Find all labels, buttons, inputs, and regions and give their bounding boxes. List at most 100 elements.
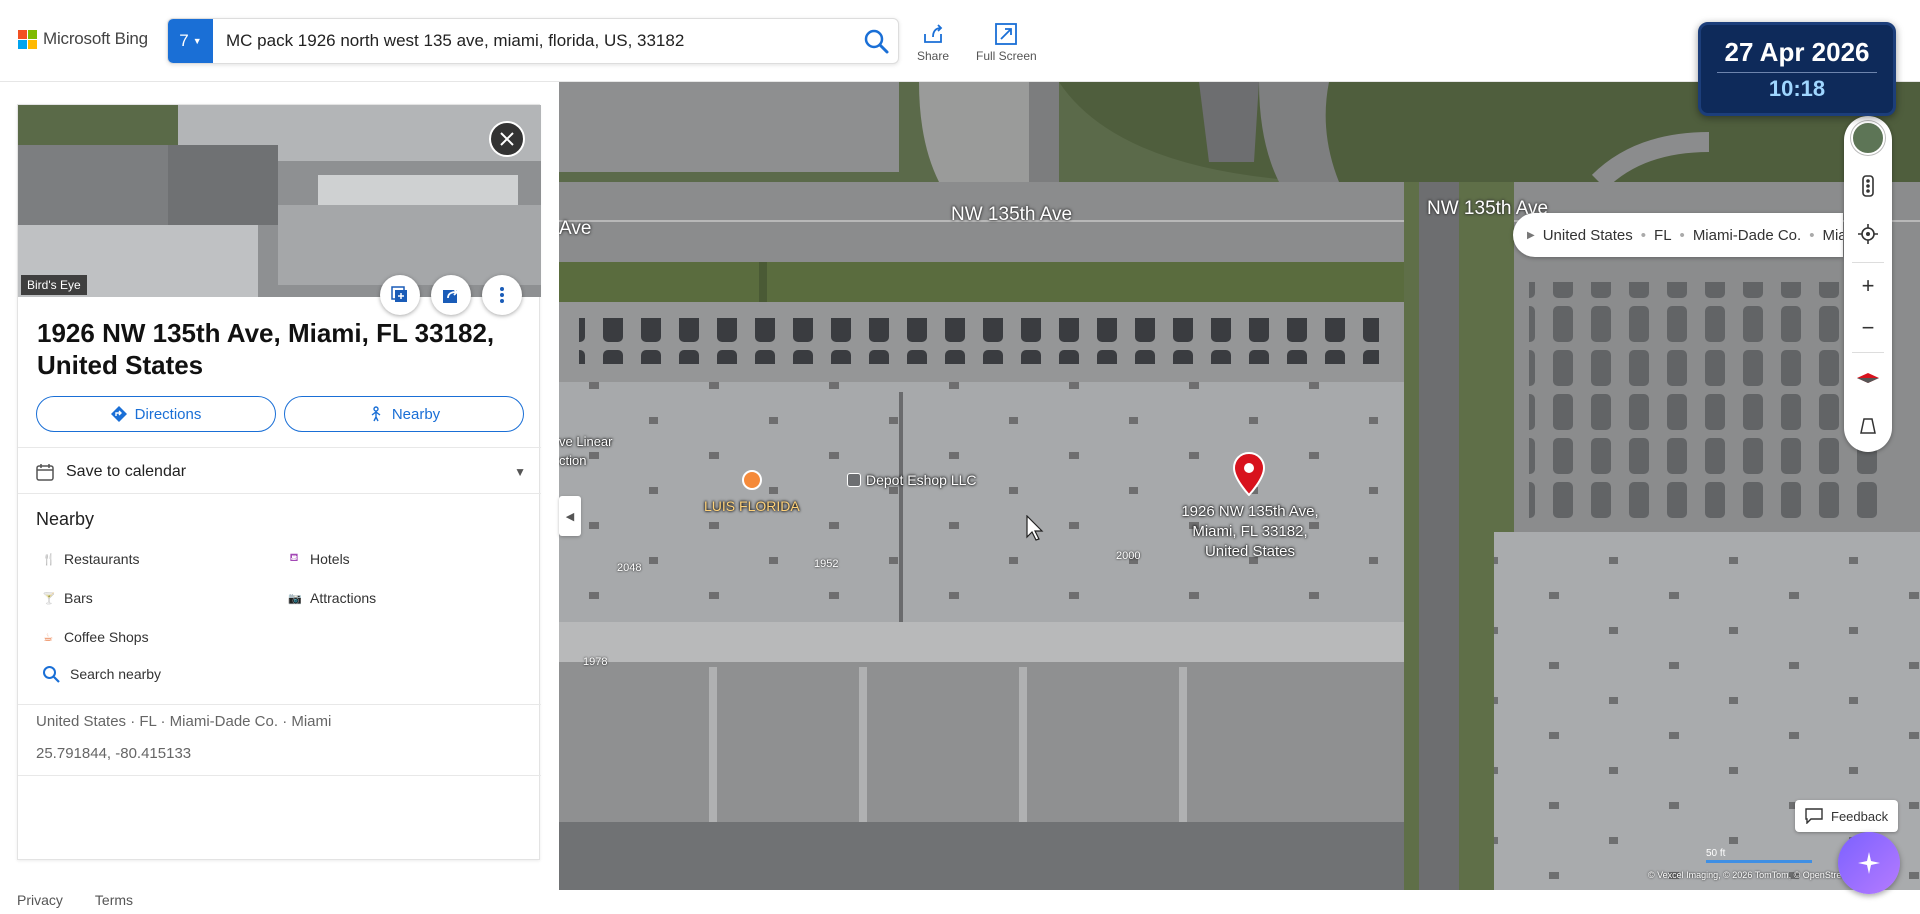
nearby-attractions[interactable]: 📷 Attractions [288,590,376,606]
search-input[interactable] [226,19,826,63]
nearby-coffee-shops[interactable]: ☕ Coffee Shops [42,629,149,645]
attraction-icon: 📷 [288,592,302,605]
fullscreen-icon [995,23,1018,45]
top-bar: Microsoft Bing 7 ▼ Share Full Screen [0,0,1920,82]
pin-label: 1926 NW 135th Ave, Miami, FL 33182, Unit… [1181,503,1319,560]
person-walking-icon [371,406,381,422]
share-place-button[interactable] [431,275,471,315]
category-label: Coffee Shops [64,629,149,645]
house-number: 2048 [617,562,642,574]
breadcrumb-country[interactable]: United States [1543,227,1633,244]
bing-logo[interactable]: Microsoft Bing [18,29,148,49]
more-options-button[interactable] [482,275,522,315]
directions-button[interactable]: Directions [36,396,276,432]
compass-icon [1857,373,1879,383]
poi-marker-icon[interactable] [742,470,762,490]
terms-link[interactable]: Terms [95,892,133,908]
details-panel: Bird's Eye 1926 NW 135th Ave, Miami, FL … [17,104,541,860]
category-label: Restaurants [64,551,140,567]
compass-button[interactable] [1850,360,1886,396]
footer: Privacy Terms [17,892,133,908]
category-label: Attractions [310,590,377,606]
tilt-icon [1860,418,1876,434]
map-controls: + − [1844,116,1892,452]
nearby-bars[interactable]: 🍸 Bars [42,590,93,606]
microsoft-logo-icon [18,29,37,49]
close-button[interactable] [489,121,525,157]
map-style-button[interactable] [1850,120,1886,156]
add-to-collection-button[interactable] [380,275,420,315]
aerial-thumbnail-icon [1851,121,1885,155]
nearby-hotels[interactable]: ⛾ Hotels [288,551,350,567]
search-nearby-label: Search nearby [70,666,162,682]
poi-label[interactable]: LUIS FLORIDA [704,498,800,514]
tilt-button[interactable] [1850,408,1886,444]
coordinates: 25.791844, -80.415133 [36,745,192,762]
clock-time: 10:18 [1717,72,1877,102]
place-title: 1926 NW 135th Ave, Miami, FL 33182, Unit… [37,318,495,380]
birds-eye-photo[interactable]: Bird's Eye [18,105,541,297]
scope-label: 7 [179,31,189,50]
copilot-button[interactable] [1838,832,1900,894]
share-icon [924,24,943,43]
directions-label: Directions [134,405,202,423]
traffic-button[interactable] [1850,168,1886,204]
expand-arrow-icon[interactable]: ▶ [1527,230,1535,241]
search-icon [864,29,889,54]
location-breadcrumb: United States · FL · Miami-Dade Co. · Mi… [36,713,332,730]
category-label: Bars [64,590,93,606]
save-to-calendar[interactable]: Save to calendar ▼ [36,457,526,487]
chevron-down-icon: ▼ [192,36,202,46]
nearby-button[interactable]: Nearby [284,396,524,432]
scale-label: 50 ft [1706,848,1726,859]
coffee-icon: ☕ [43,631,53,644]
restaurant-icon: 🍴 [42,553,56,566]
collapse-panel-button[interactable]: ◀ [559,496,581,536]
store-icon [847,473,861,487]
share-button[interactable]: Share [917,22,949,63]
locate-me-button[interactable] [1850,216,1886,252]
nearby-heading: Nearby [36,509,95,529]
plus-icon: + [1861,273,1875,298]
locate-icon [1858,224,1878,244]
zoom-out-button[interactable]: − [1850,310,1886,346]
cursor-icon [1026,514,1044,546]
street-label: NW 135th Ave [951,204,1073,225]
breadcrumb-city[interactable]: Miami [1822,227,1843,244]
calendar-label: Save to calendar [66,463,187,480]
fullscreen-label: Full Screen [976,49,1037,63]
poi-depot-eshop[interactable]: Depot Eshop LLC [847,472,977,488]
feedback-button[interactable]: Feedback [1795,800,1899,832]
search-button[interactable] [862,27,890,55]
breadcrumb-county[interactable]: Miami-Dade Co. [1693,227,1801,244]
map-canvas[interactable]: NW 135th Ave NW 135th Ave Ave ve Linear … [559,82,1920,890]
more-vertical-icon [500,287,504,303]
nearby-restaurants[interactable]: 🍴 Restaurants [42,551,139,567]
map-breadcrumb[interactable]: ▶ United States • FL • Miami-Dade Co. • … [1513,213,1843,257]
fullscreen-button[interactable]: Full Screen [976,22,1037,63]
street-label: Ave [559,218,592,239]
bar-icon: 🍸 [42,592,56,605]
close-icon [500,132,514,146]
feedback-label: Feedback [1831,808,1889,824]
scope-dropdown[interactable]: 7 ▼ [168,19,213,63]
share-label: Share [917,49,950,63]
business-label: ction [559,453,587,468]
share-icon [443,288,459,303]
breadcrumb-state[interactable]: FL [1654,227,1672,244]
clock-date: 27 Apr 2026 [1724,37,1870,67]
privacy-link[interactable]: Privacy [17,892,63,908]
house-number: 2000 [1116,550,1141,562]
sparkle-icon [1858,852,1880,874]
directions-icon [110,406,127,422]
business-label: ve Linear [559,434,613,449]
chevron-down-icon[interactable]: ▼ [514,465,526,479]
nearby-label: Nearby [391,405,441,423]
map-copyright: © Vexcel Imaging, © 2026 TomTom, © OpenS… [1648,870,1867,880]
chevron-left-icon: ◀ [565,510,575,523]
poi-label: Depot Eshop LLC [866,472,977,488]
search-nearby-link[interactable]: Search nearby [42,665,161,683]
birds-eye-tag: Bird's Eye [21,275,87,295]
zoom-in-button[interactable]: + [1850,268,1886,304]
location-pin-icon[interactable] [1232,451,1266,501]
